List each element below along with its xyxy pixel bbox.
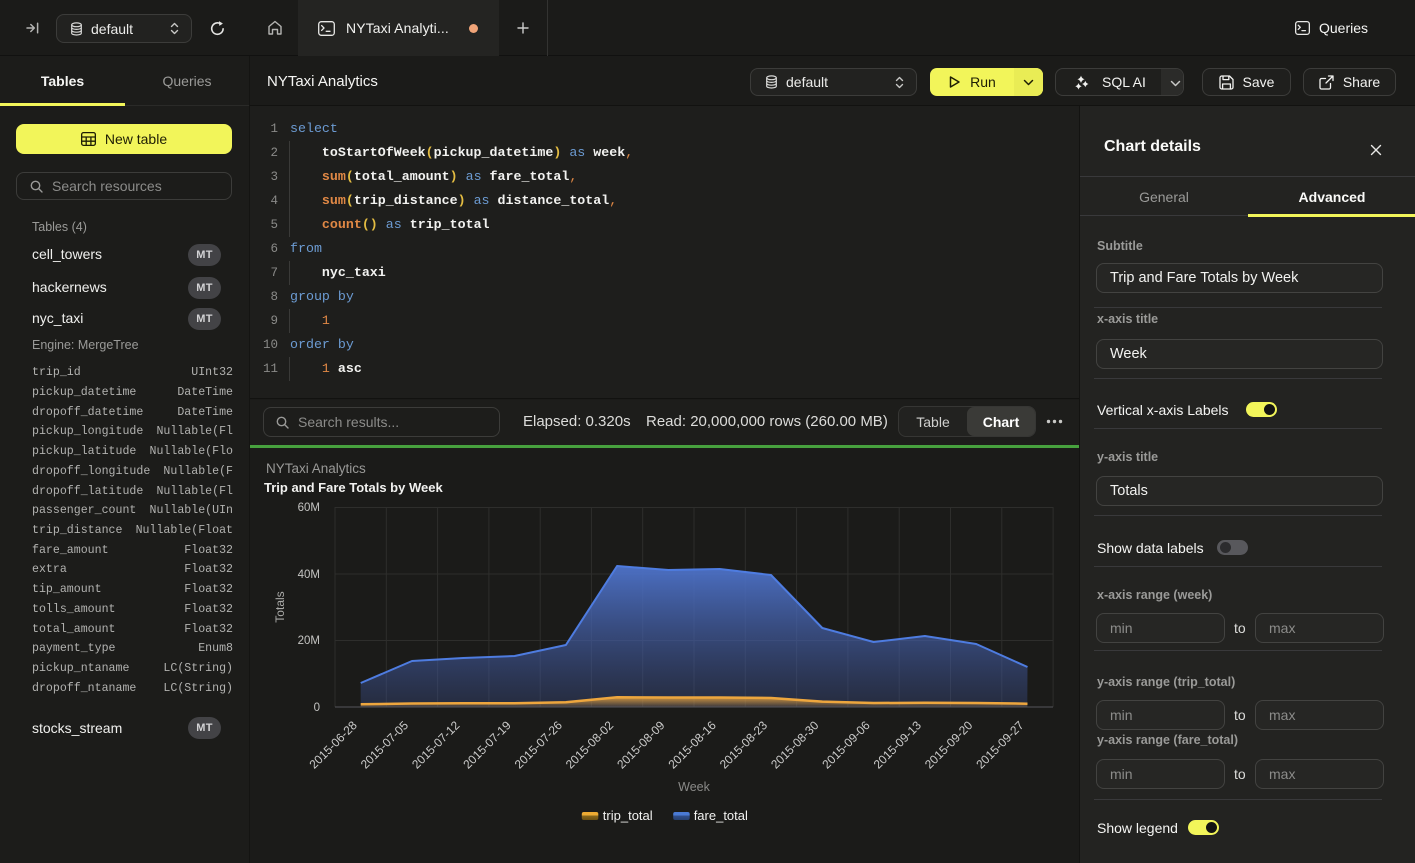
svg-text:2015-08-02: 2015-08-02 — [563, 718, 617, 772]
svg-text:Week: Week — [678, 780, 710, 794]
svg-text:2015-08-09: 2015-08-09 — [614, 718, 668, 772]
svg-text:2015-06-28: 2015-06-28 — [307, 718, 361, 772]
svg-text:2015-09-20: 2015-09-20 — [922, 718, 976, 772]
svg-text:40M: 40M — [298, 569, 320, 581]
svg-text:2015-09-13: 2015-09-13 — [871, 718, 925, 772]
svg-text:2015-07-05: 2015-07-05 — [358, 718, 412, 772]
svg-text:2015-08-30: 2015-08-30 — [768, 718, 822, 772]
svg-text:2015-07-19: 2015-07-19 — [460, 718, 514, 772]
svg-text:2015-08-16: 2015-08-16 — [666, 718, 720, 772]
svg-text:0: 0 — [314, 702, 320, 714]
svg-text:Trip and Fare Totals by Week: Trip and Fare Totals by Week — [264, 480, 443, 495]
svg-text:2015-09-06: 2015-09-06 — [819, 718, 873, 772]
svg-text:20M: 20M — [298, 635, 320, 647]
svg-text:trip_total: trip_total — [603, 808, 653, 823]
svg-text:2015-07-12: 2015-07-12 — [409, 718, 463, 772]
svg-text:2015-09-27: 2015-09-27 — [973, 718, 1027, 772]
svg-text:fare_total: fare_total — [694, 808, 748, 823]
svg-text:60M: 60M — [298, 502, 320, 514]
svg-text:Totals: Totals — [273, 591, 287, 622]
svg-text:NYTaxi Analytics: NYTaxi Analytics — [266, 461, 366, 476]
svg-text:2015-07-26: 2015-07-26 — [512, 718, 566, 772]
svg-text:2015-08-23: 2015-08-23 — [717, 718, 771, 772]
